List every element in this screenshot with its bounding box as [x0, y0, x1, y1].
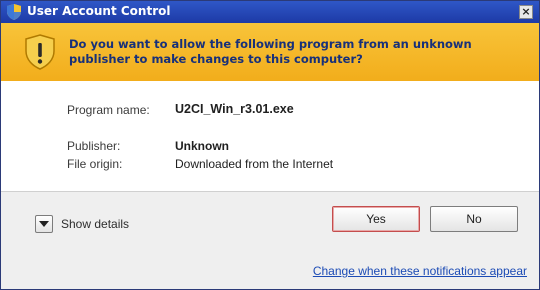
no-button[interactable]: No — [430, 206, 518, 232]
title-bar: User Account Control × — [1, 1, 539, 23]
uac-dialog: User Account Control × Do you want to al… — [0, 0, 540, 290]
file-origin-label: File origin: — [67, 157, 123, 171]
banner-question: Do you want to allow the following progr… — [69, 37, 472, 66]
change-notifications-link[interactable]: Change when these notifications appear — [313, 264, 527, 278]
yes-button[interactable]: Yes — [332, 206, 420, 232]
dialog-title: User Account Control — [27, 4, 171, 18]
close-button[interactable]: × — [519, 5, 533, 19]
dialog-footer: Show details Yes No Change when these no… — [1, 191, 539, 289]
publisher-label: Publisher: — [67, 139, 121, 153]
uac-shield-icon — [7, 4, 21, 20]
program-name-value: U2CI_Win_r3.01.exe — [175, 102, 294, 116]
chevron-down-button[interactable] — [35, 215, 53, 233]
details-area: Program name: U2CI_Win_r3.01.exe Publish… — [1, 81, 539, 191]
chevron-down-icon — [39, 221, 49, 227]
warning-shield-icon — [25, 34, 55, 70]
publisher-value: Unknown — [175, 139, 229, 153]
show-details-toggle[interactable]: Show details — [35, 214, 129, 234]
show-details-label[interactable]: Show details — [61, 217, 129, 231]
file-origin-value: Downloaded from the Internet — [175, 157, 334, 171]
warning-banner: Do you want to allow the following progr… — [1, 23, 539, 81]
program-name-label: Program name: — [67, 103, 150, 117]
